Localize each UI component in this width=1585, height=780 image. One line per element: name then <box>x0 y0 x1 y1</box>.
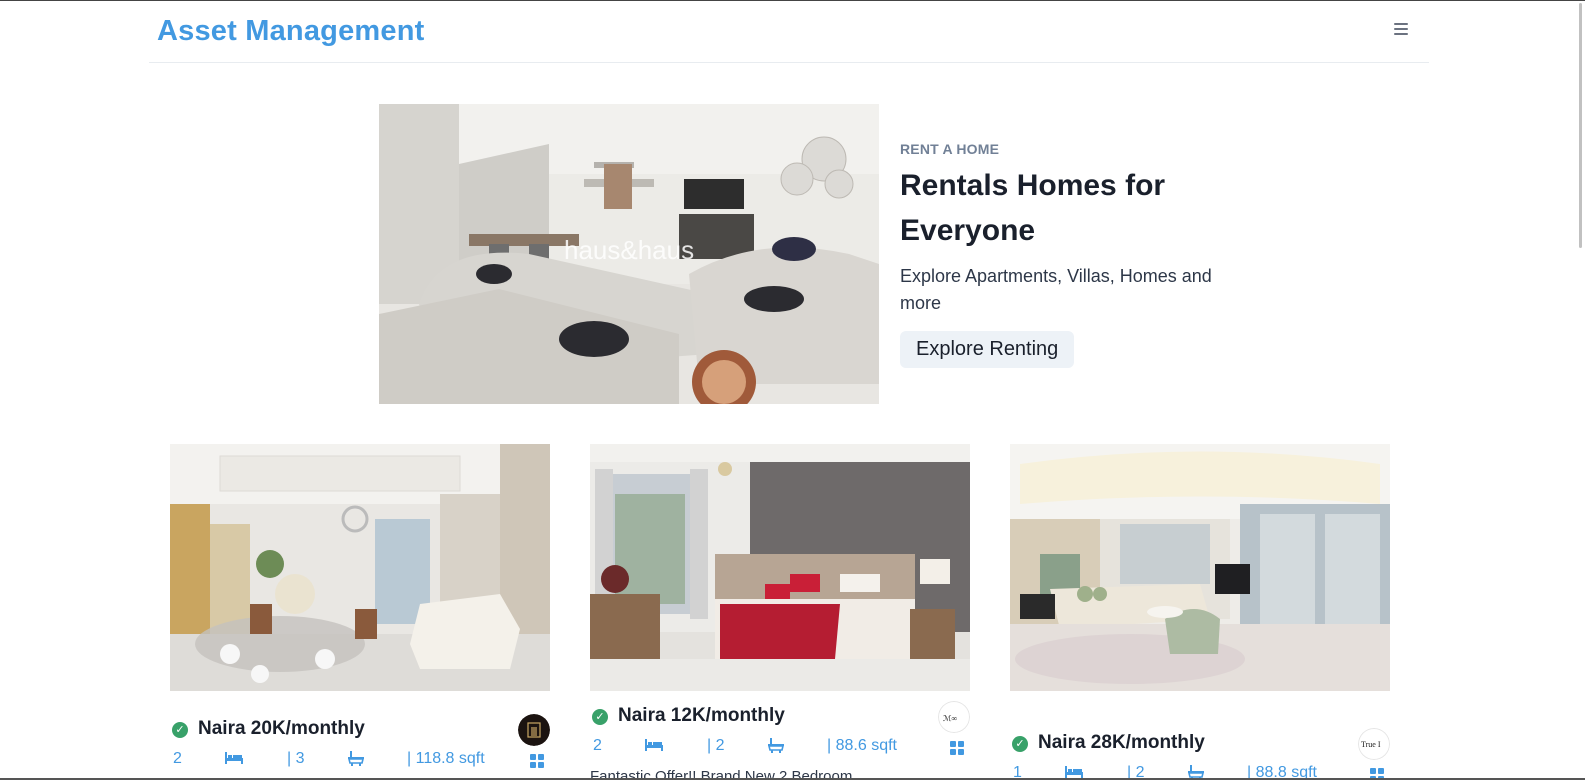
listing-price-row: ✓ Naira 20K/monthly <box>170 714 550 746</box>
svg-text:ℳ∞: ℳ∞ <box>943 714 958 723</box>
hero-watermark: haus&haus <box>564 235 694 265</box>
bedroom-count: 2 <box>173 750 182 767</box>
hero-living-room-image: haus&haus <box>379 104 879 404</box>
listing-card[interactable]: ✓ Naira 28K/monthly True I 1 | 2 | 88.8 … <box>1010 444 1390 780</box>
page-scrollbar[interactable] <box>1568 1 1585 780</box>
hero-subtitle: Explore Apartments, Villas, Homes and mo… <box>900 266 1212 313</box>
area-size: | 118.8 sqft <box>407 750 485 767</box>
agency-logo[interactable]: ℳ∞ <box>938 701 970 733</box>
listing-price: Naira 12K/monthly <box>618 705 785 726</box>
bathroom-count: | 3 <box>287 750 305 767</box>
bath-icon <box>347 750 365 771</box>
hero-eyebrow: RENT A HOME <box>900 141 1000 157</box>
grid-icon[interactable] <box>950 741 964 755</box>
check-circle-icon: ✓ <box>172 722 188 738</box>
bed-icon <box>645 737 663 756</box>
bed-icon <box>225 750 243 769</box>
listing-meta-row: 2 | 2 | 88.6 sqft <box>590 737 970 759</box>
bath-icon <box>767 737 785 758</box>
navbar: Asset Management <box>149 1 1429 63</box>
listing-price-row: ✓ Naira 12K/monthly ℳ∞ <box>590 701 970 733</box>
hero-text-block: RENT A HOME Rentals Homes for Everyone E… <box>900 141 1230 368</box>
brand-logo-text[interactable]: Asset Management <box>157 15 425 48</box>
listing-image[interactable] <box>1010 444 1390 691</box>
check-circle-icon: ✓ <box>1012 736 1028 752</box>
agency-logo-text: True I <box>1361 740 1381 749</box>
listing-price-row: ✓ Naira 28K/monthly True I <box>1010 728 1390 760</box>
agency-logo[interactable] <box>518 714 550 746</box>
check-circle-icon: ✓ <box>592 709 608 725</box>
scrollbar-thumb[interactable] <box>1579 3 1582 248</box>
listing-price: Naira 28K/monthly <box>1038 732 1205 753</box>
listing-price: Naira 20K/monthly <box>198 718 365 739</box>
explore-renting-button[interactable]: Explore Renting <box>900 331 1075 368</box>
hero-title: Rentals Homes for Everyone <box>900 169 1166 247</box>
listing-meta-row: 2 | 3 | 118.8 sqft <box>170 750 550 772</box>
listing-image[interactable] <box>590 444 970 691</box>
listing-image[interactable] <box>170 444 550 691</box>
area-size: | 88.6 sqft <box>827 737 897 754</box>
agency-logo[interactable]: True I <box>1358 728 1390 760</box>
listing-card[interactable]: ✓ Naira 20K/monthly 2 | 3 | 118.8 sqft <box>170 444 550 780</box>
bathroom-count: | 2 <box>707 737 725 754</box>
listing-card[interactable]: ✓ Naira 12K/monthly ℳ∞ 2 | 2 | 88.6 sqft… <box>590 444 970 780</box>
hamburger-menu-icon[interactable] <box>1394 23 1408 35</box>
grid-icon[interactable] <box>530 754 544 768</box>
bedroom-count: 2 <box>593 737 602 754</box>
